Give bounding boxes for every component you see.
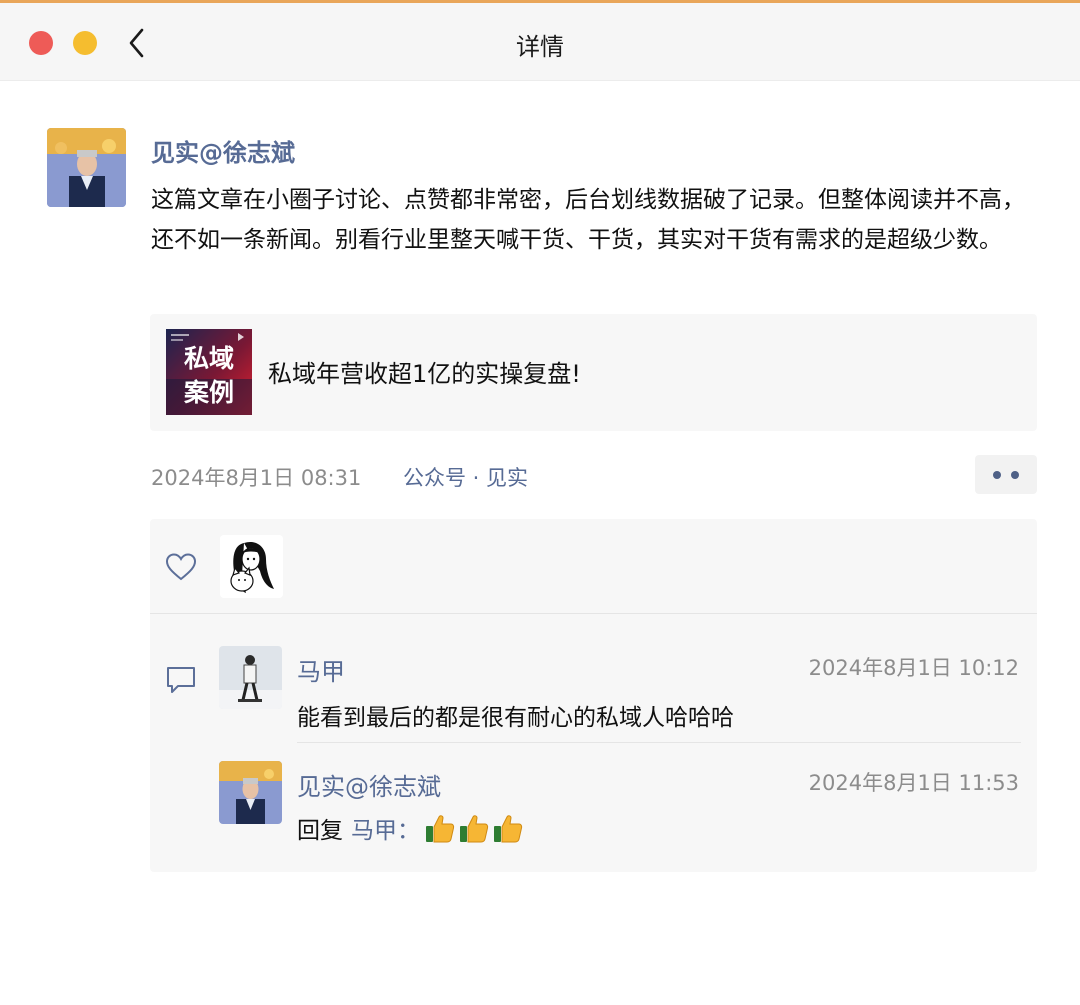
more-dot-icon bbox=[993, 471, 1001, 479]
thumbs-up-emojis bbox=[424, 812, 526, 844]
page-title: 详情 bbox=[516, 33, 564, 61]
article-thumbnail: 私域 案例 bbox=[166, 329, 252, 415]
reply-to-name[interactable]: 马甲： bbox=[351, 811, 420, 845]
commenter-avatar[interactable] bbox=[219, 761, 282, 824]
post-source-link[interactable]: 公众号 · 见实 bbox=[403, 462, 528, 492]
title-bar: 详情 bbox=[0, 3, 1080, 81]
post-text: 这篇文章在小圈子讨论、点赞都非常密，后台划线数据破了记录。但整体阅读并不高，还不… bbox=[151, 187, 1025, 253]
reply-comment[interactable]: 回复 马甲： bbox=[297, 811, 526, 845]
more-actions-button[interactable] bbox=[975, 455, 1037, 494]
thumb-text-1: 私域 bbox=[184, 344, 234, 373]
post-author-name[interactable]: 见实@徐志斌 bbox=[151, 133, 295, 168]
shared-article-card[interactable]: 私域 案例 私域年营收超1亿的实操复盘! bbox=[150, 314, 1037, 431]
thumb-text-2: 案例 bbox=[183, 378, 234, 407]
post-timestamp: 2024年8月1日 08:31 bbox=[151, 466, 362, 490]
thumbs-up-icon bbox=[494, 815, 523, 843]
heart-icon bbox=[165, 553, 197, 581]
thumbs-up-icon bbox=[426, 815, 455, 843]
comment-author-name[interactable]: 马甲 bbox=[297, 652, 345, 687]
comment-text[interactable]: 能看到最后的都是很有耐心的私域人哈哈哈 bbox=[297, 698, 734, 732]
interactions-panel: 马甲 2024年8月1日 10:12 能看到最后的都是很有耐心的私域人哈哈哈 见… bbox=[150, 519, 1037, 872]
article-title: 私域年营收超1亿的实操复盘! bbox=[268, 360, 581, 388]
comment-timestamp: 2024年8月1日 10:12 bbox=[808, 656, 1019, 680]
comment-timestamp: 2024年8月1日 11:53 bbox=[808, 771, 1019, 795]
comment-icon bbox=[167, 667, 195, 693]
liker-avatar[interactable] bbox=[220, 535, 283, 598]
reply-prefix: 回复 bbox=[297, 818, 343, 844]
likes-row bbox=[150, 519, 1037, 614]
author-avatar[interactable] bbox=[47, 128, 126, 207]
comment-divider bbox=[297, 742, 1021, 743]
thumbs-up-icon bbox=[460, 815, 489, 843]
more-dot-icon bbox=[1011, 471, 1019, 479]
commenter-avatar[interactable] bbox=[219, 646, 282, 709]
comment-author-name[interactable]: 见实@徐志斌 bbox=[297, 767, 441, 802]
